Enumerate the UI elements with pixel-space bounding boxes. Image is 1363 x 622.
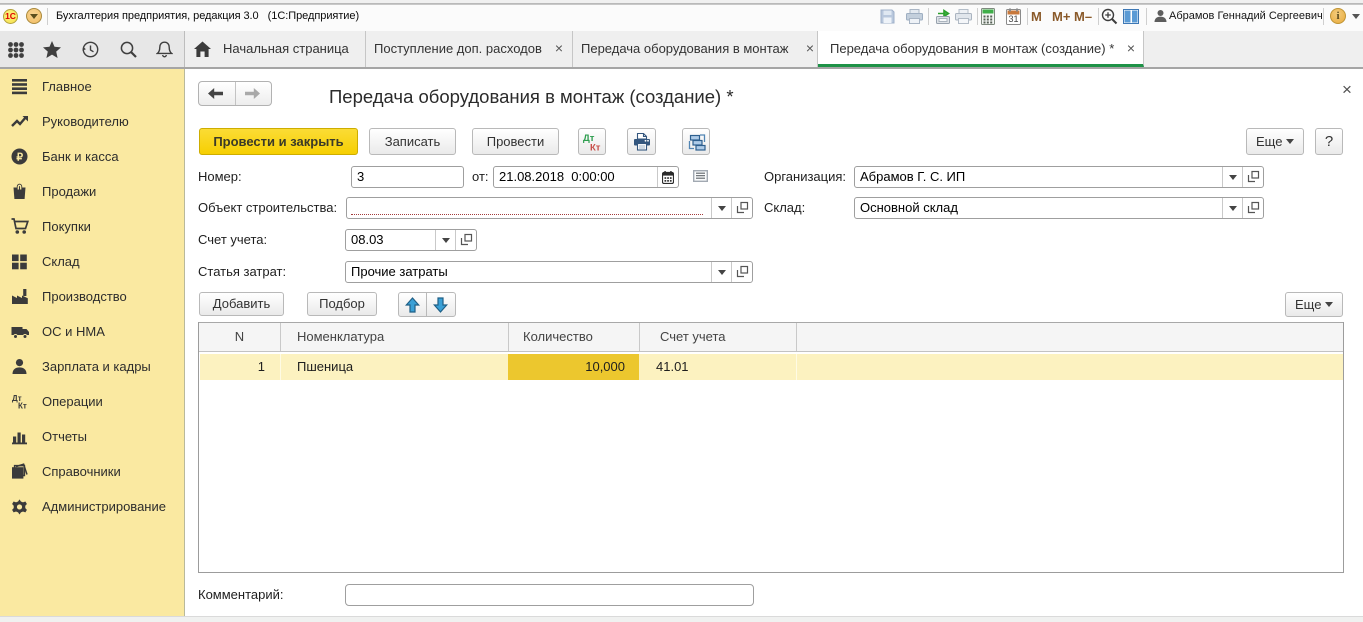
svg-text:₽: ₽: [16, 151, 23, 163]
svg-text:Кт: Кт: [590, 143, 601, 153]
svg-text:Кт: Кт: [18, 402, 27, 411]
svg-text:31: 31: [1008, 14, 1018, 24]
